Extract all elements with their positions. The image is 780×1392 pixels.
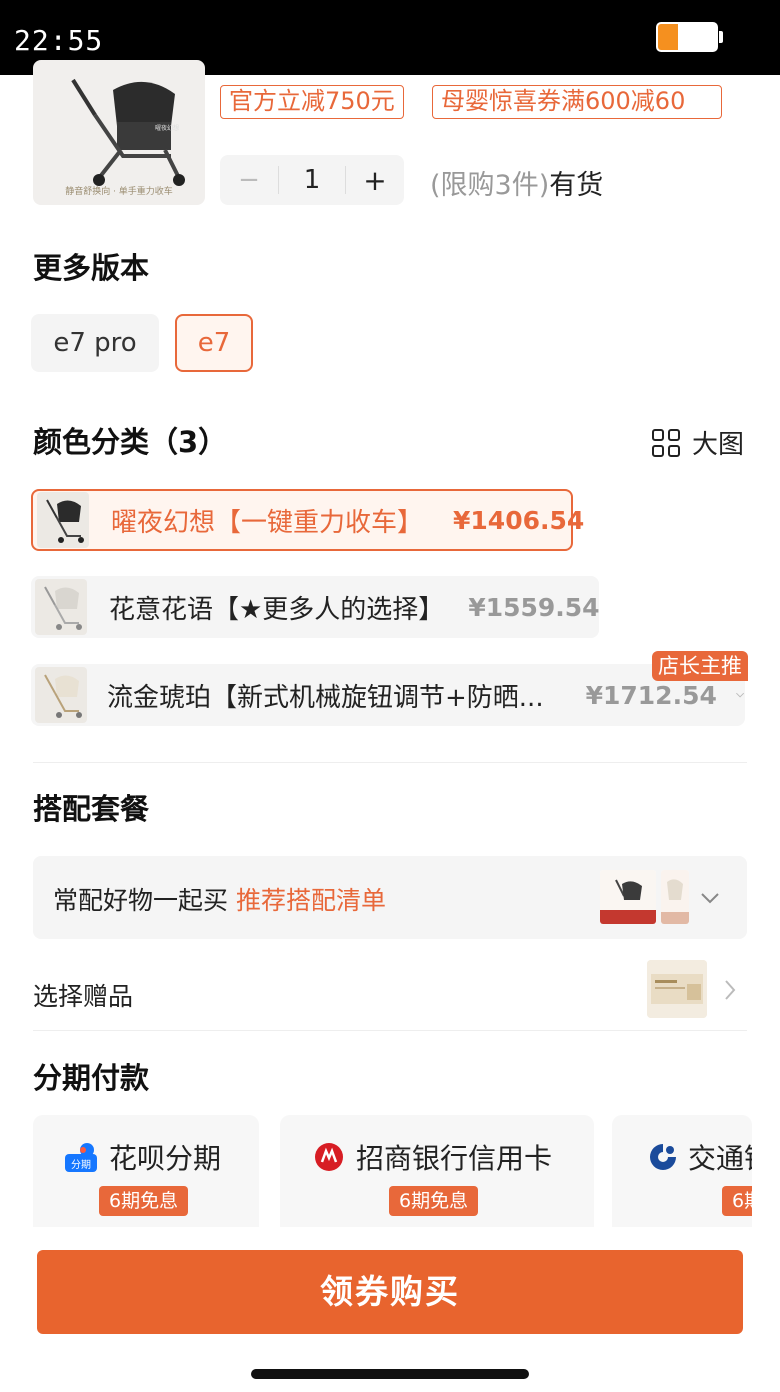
thumbnail-caption: 静音舒换向 · 单手重力收车 bbox=[65, 187, 173, 197]
divider bbox=[33, 762, 747, 763]
color-thumbnail bbox=[35, 579, 87, 635]
home-indicator[interactable] bbox=[251, 1369, 529, 1379]
gift-image bbox=[647, 960, 707, 1018]
installment-tag: 6期免息 bbox=[389, 1186, 479, 1216]
big-picture-label: 大图 bbox=[692, 430, 745, 460]
installment-tag: 6期免息 bbox=[722, 1186, 752, 1216]
battery-cap bbox=[719, 31, 723, 43]
color-option[interactable]: 花意花语【★更多人的选择】 ¥1559.54 bbox=[31, 576, 600, 638]
color-price: ¥1712.54 bbox=[585, 680, 717, 710]
color-name: 流金琥珀【新式机械旋钮调节+防晒... bbox=[107, 682, 544, 713]
color-option-selected[interactable]: 曜夜幻想【一键重力收车】 ¥1406.54 bbox=[31, 489, 584, 551]
chevron-down-icon[interactable] bbox=[699, 891, 721, 905]
quantity-stepper: − 1 + bbox=[220, 155, 404, 205]
decrease-button[interactable]: − bbox=[220, 165, 278, 195]
color-name: 花意花语【★更多人的选择】 bbox=[109, 594, 445, 625]
quantity-value[interactable]: 1 bbox=[278, 166, 346, 194]
chevron-down-icon[interactable] bbox=[735, 688, 745, 702]
bocom-icon bbox=[648, 1142, 678, 1172]
color-option[interactable]: 流金琥珀【新式机械旋钮调节+防晒... ¥1712.54 bbox=[31, 664, 745, 726]
svg-text:分期: 分期 bbox=[71, 1159, 91, 1171]
manager-recommend-badge: 店长主推 bbox=[652, 651, 748, 681]
installment-option-bocom[interactable]: 交通银行信用卡 6期免息 bbox=[612, 1115, 752, 1227]
product-thumbnail[interactable]: 曜夜幻想 静音舒换向 · 单手重力收车 bbox=[33, 60, 205, 205]
divider bbox=[33, 1030, 747, 1031]
purchase-limit: (限购3件) bbox=[430, 170, 550, 201]
installment-name: 招商银行信用卡 bbox=[356, 1142, 553, 1175]
color-thumbnail bbox=[35, 667, 87, 723]
combo-link[interactable]: 推荐搭配清单 bbox=[236, 886, 386, 915]
combo-label: 常配好物一起买 推荐搭配清单 bbox=[53, 886, 387, 915]
installment-name: 交通银行信用卡 bbox=[688, 1142, 752, 1175]
coupon-tag[interactable]: 母婴惊喜券满600减60 bbox=[432, 85, 722, 119]
claim-coupon-buy-button[interactable]: 领券购买 bbox=[37, 1250, 743, 1334]
installment-title: 分期付款 bbox=[33, 1061, 150, 1095]
color-thumbnail bbox=[37, 492, 89, 548]
installment-name: 花呗分期 bbox=[109, 1142, 222, 1175]
colors-title: 颜色分类（3） bbox=[33, 425, 228, 459]
grid-icon bbox=[652, 428, 680, 457]
version-option[interactable]: e7 pro bbox=[31, 314, 159, 372]
cmb-icon bbox=[314, 1142, 344, 1172]
battery-icon bbox=[656, 22, 718, 52]
installment-option-cmb[interactable]: 招商银行信用卡 6期免息 bbox=[280, 1115, 594, 1227]
combo-product-image bbox=[600, 870, 656, 924]
huabei-icon: 分期 bbox=[65, 1142, 99, 1172]
stock-status: 有货 bbox=[549, 170, 604, 201]
coupon-tag[interactable]: 官方立减750元 bbox=[220, 85, 404, 119]
big-picture-toggle[interactable]: 大图 bbox=[652, 424, 744, 461]
chevron-right-icon[interactable] bbox=[723, 978, 737, 1002]
gift-selector[interactable]: 选择赠品 bbox=[33, 950, 747, 1030]
installment-tag: 6期免息 bbox=[99, 1186, 189, 1216]
combo-product-image bbox=[661, 870, 689, 924]
increase-button[interactable]: + bbox=[346, 164, 404, 197]
combo-recommend[interactable]: 常配好物一起买 推荐搭配清单 bbox=[33, 856, 747, 939]
versions-title: 更多版本 bbox=[33, 251, 150, 285]
color-price: ¥1559.54 bbox=[468, 592, 600, 622]
stock-info: (限购3件)有货 bbox=[430, 163, 603, 202]
status-time: 22:55 bbox=[14, 24, 104, 57]
combo-title: 搭配套餐 bbox=[33, 792, 150, 826]
color-price: ¥1406.54 bbox=[453, 505, 585, 535]
installment-option-huabei[interactable]: 分期 花呗分期 6期免息 bbox=[33, 1115, 259, 1227]
version-option-selected[interactable]: e7 bbox=[175, 314, 253, 372]
gift-label: 选择赠品 bbox=[33, 982, 134, 1011]
color-name: 曜夜幻想【一键重力收车】 bbox=[111, 507, 424, 538]
svg-text:曜夜幻想: 曜夜幻想 bbox=[155, 124, 179, 132]
